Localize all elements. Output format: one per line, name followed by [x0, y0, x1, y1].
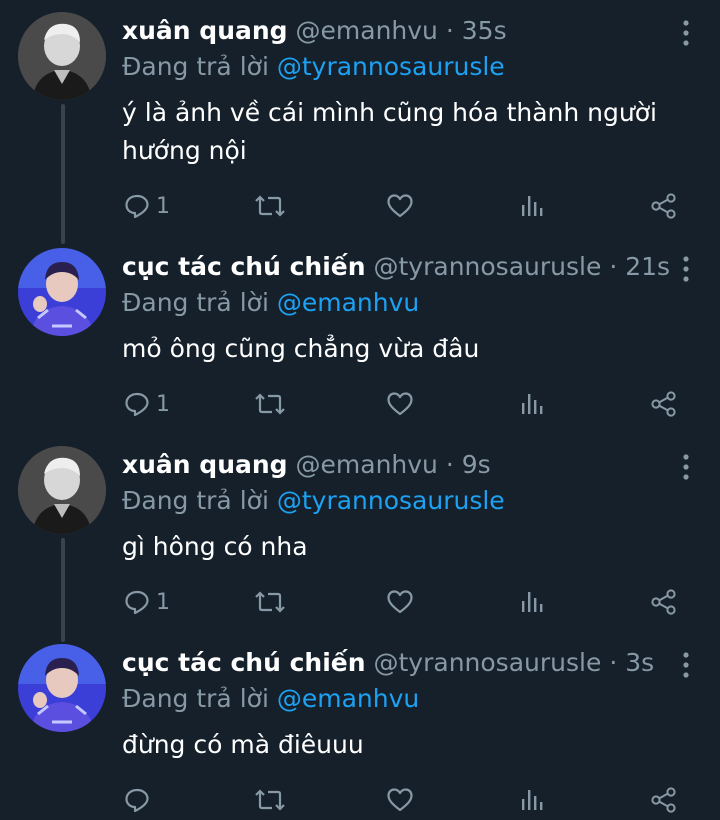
tweet-header: cục tác chú chiến @tyrannosaurusle · 21s	[122, 250, 670, 284]
share-icon	[650, 588, 678, 616]
more-vertical-icon[interactable]	[676, 254, 696, 284]
separator: ·	[445, 450, 454, 479]
retweet-icon	[254, 589, 286, 615]
reply-button[interactable]: 1	[124, 582, 170, 622]
mention-link[interactable]: @tyrannosaurusle	[277, 486, 505, 515]
avatar[interactable]	[18, 446, 106, 534]
more-vertical-icon[interactable]	[676, 18, 696, 48]
timestamp[interactable]: 9s	[462, 450, 491, 479]
analytics-button[interactable]	[520, 582, 544, 622]
user-handle[interactable]: @tyrannosaurusle	[374, 648, 602, 677]
separator: ·	[445, 16, 454, 45]
analytics-button[interactable]	[520, 384, 544, 424]
share-icon	[650, 390, 678, 418]
heart-icon	[386, 193, 414, 219]
separator: ·	[609, 648, 618, 677]
share-icon	[650, 192, 678, 220]
replying-to-label: Đang trả lời	[122, 486, 269, 515]
display-name[interactable]: cục tác chú chiến	[122, 252, 366, 281]
reply-button[interactable]: 1	[124, 384, 170, 424]
replying-to: Đang trả lời @emanhvu	[122, 682, 419, 716]
timestamp[interactable]: 35s	[462, 16, 507, 45]
retweet-button[interactable]	[254, 186, 286, 226]
reply-button[interactable]	[124, 780, 156, 820]
replying-to-label: Đang trả lời	[122, 288, 269, 317]
retweet-button[interactable]	[254, 384, 286, 424]
mention-link[interactable]: @tyrannosaurusle	[277, 52, 505, 81]
timestamp[interactable]: 3s	[625, 648, 654, 677]
tweet-actions	[0, 780, 720, 820]
retweet-icon	[254, 787, 286, 813]
reply-count: 1	[156, 589, 170, 615]
user-handle[interactable]: @emanhvu	[296, 16, 438, 45]
reply-count: 1	[156, 391, 170, 417]
user-handle[interactable]: @tyrannosaurusle	[374, 252, 602, 281]
timestamp[interactable]: 21s	[625, 252, 670, 281]
tweet[interactable]: xuân quang @emanhvu · 35s Đang trả lời @…	[0, 0, 720, 236]
tweet[interactable]: cục tác chú chiến @tyrannosaurusle · 3s …	[0, 632, 720, 820]
share-button[interactable]	[650, 186, 678, 226]
share-button[interactable]	[650, 582, 678, 622]
tweet-text: ý là ảnh về cái mình cũng hóa thành ngườ…	[122, 98, 657, 165]
tweet-actions: 1	[0, 582, 720, 622]
replying-to: Đang trả lời @tyrannosaurusle	[122, 484, 505, 518]
analytics-icon	[520, 589, 544, 615]
analytics-button[interactable]	[520, 186, 544, 226]
display-name[interactable]: cục tác chú chiến	[122, 648, 366, 677]
replying-to: Đang trả lời @tyrannosaurusle	[122, 50, 505, 84]
reply-icon	[124, 391, 150, 417]
more-vertical-icon[interactable]	[676, 650, 696, 680]
tweet-header: xuân quang @emanhvu · 9s	[122, 448, 491, 482]
analytics-icon	[520, 391, 544, 417]
heart-icon	[386, 391, 414, 417]
avatar[interactable]	[18, 12, 106, 100]
tweet-text: đừng có mà điêuuu	[122, 730, 364, 759]
retweet-button[interactable]	[254, 582, 286, 622]
analytics-icon	[520, 193, 544, 219]
retweet-button[interactable]	[254, 780, 286, 820]
share-button[interactable]	[650, 780, 678, 820]
separator: ·	[609, 252, 618, 281]
like-button[interactable]	[386, 582, 414, 622]
replying-to: Đang trả lời @emanhvu	[122, 286, 419, 320]
user-handle[interactable]: @emanhvu	[296, 450, 438, 479]
reply-button[interactable]: 1	[124, 186, 170, 226]
display-name[interactable]: xuân quang	[122, 450, 288, 479]
reply-icon	[124, 193, 150, 219]
avatar[interactable]	[18, 644, 106, 732]
analytics-button[interactable]	[520, 780, 544, 820]
replying-to-label: Đang trả lời	[122, 684, 269, 713]
tweet-header: cục tác chú chiến @tyrannosaurusle · 3s	[122, 646, 654, 680]
replying-to-label: Đang trả lời	[122, 52, 269, 81]
reply-icon	[124, 787, 150, 813]
like-button[interactable]	[386, 186, 414, 226]
tweet-header: xuân quang @emanhvu · 35s	[122, 14, 507, 48]
like-button[interactable]	[386, 780, 414, 820]
tweet-text: gì hông có nha	[122, 532, 308, 561]
retweet-icon	[254, 193, 286, 219]
tweet-actions: 1	[0, 384, 720, 424]
avatar[interactable]	[18, 248, 106, 336]
analytics-icon	[520, 787, 544, 813]
tweet[interactable]: cục tác chú chiến @tyrannosaurusle · 21s…	[0, 236, 720, 436]
tweet[interactable]: xuân quang @emanhvu · 9s Đang trả lời @t…	[0, 434, 720, 634]
reply-icon	[124, 589, 150, 615]
share-icon	[650, 786, 678, 814]
tweet-text: mỏ ông cũng chẳng vừa đâu	[122, 334, 480, 363]
mention-link[interactable]: @emanhvu	[277, 684, 419, 713]
heart-icon	[386, 787, 414, 813]
reply-count: 1	[156, 193, 170, 219]
heart-icon	[386, 589, 414, 615]
mention-link[interactable]: @emanhvu	[277, 288, 419, 317]
more-vertical-icon[interactable]	[676, 452, 696, 482]
tweet-actions: 1	[0, 186, 720, 226]
display-name[interactable]: xuân quang	[122, 16, 288, 45]
like-button[interactable]	[386, 384, 414, 424]
share-button[interactable]	[650, 384, 678, 424]
retweet-icon	[254, 391, 286, 417]
